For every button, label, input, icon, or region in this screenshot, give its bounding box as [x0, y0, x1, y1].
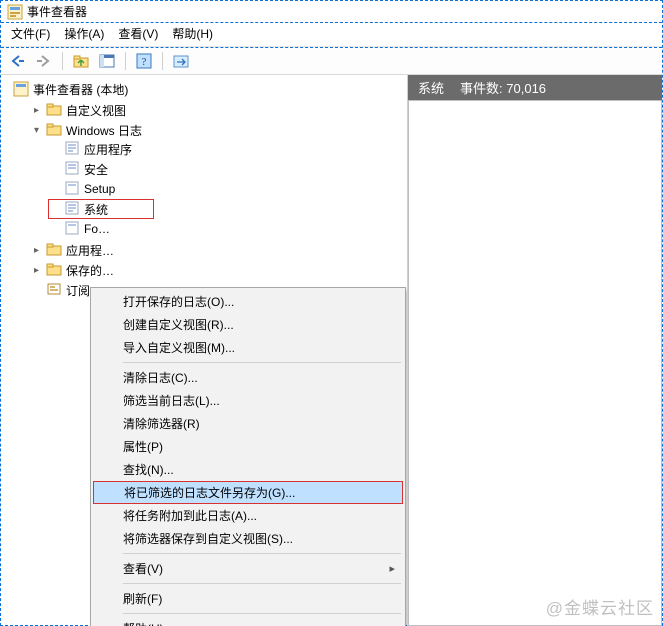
tree-node-label: Fo… [84, 222, 110, 236]
toolbar-properties-button[interactable] [96, 51, 118, 71]
details-events-label: 事件数: [460, 81, 503, 96]
ctx-properties[interactable]: 属性(P) [93, 435, 403, 458]
toolbar-separator [125, 52, 126, 70]
ctx-separator [123, 553, 401, 554]
tree-node-label: 系统 [84, 201, 108, 218]
content-split: 事件查看器 (本地) ▸ 自定义视图 ▾ [1, 75, 662, 626]
tree-collapse-icon[interactable]: ▾ [31, 125, 42, 136]
tree-expand-icon[interactable]: ▸ [31, 105, 42, 116]
folder-icon [46, 122, 62, 138]
folder-icon [46, 262, 62, 278]
tree-node-setup[interactable]: Setup [49, 180, 115, 198]
ctx-open-saved-log[interactable]: 打开保存的日志(O)... [93, 290, 403, 313]
tree-expand-icon[interactable]: ▸ [31, 265, 42, 276]
details-body [408, 100, 662, 626]
tree-node-label: 自定义视图 [66, 102, 126, 119]
menubar: 文件(F) 操作(A) 查看(V) 帮助(H) [1, 23, 662, 47]
ctx-refresh[interactable]: 刷新(F) [93, 587, 403, 610]
tree-root[interactable]: 事件查看器 (本地) [13, 80, 128, 98]
tree-node-security[interactable]: 安全 [49, 160, 108, 178]
ctx-separator [123, 583, 401, 584]
tree-subscriptions[interactable]: 订阅 [31, 281, 90, 299]
toolbar-separator [162, 52, 163, 70]
toolbar-export-button[interactable] [170, 51, 192, 71]
ctx-separator [123, 613, 401, 614]
menu-file[interactable]: 文件(F) [11, 25, 50, 42]
toolbar-help-button[interactable]: ? [133, 51, 155, 71]
menu-view[interactable]: 查看(V) [118, 25, 158, 42]
ctx-help-submenu[interactable]: 帮助(H) [93, 617, 403, 626]
navigation-tree-pane: 事件查看器 (本地) ▸ 自定义视图 ▾ [1, 75, 408, 626]
toolbar-forward-button[interactable] [33, 51, 55, 71]
tree-node-label: 订阅 [66, 282, 90, 299]
details-events-count: 事件数: 70,016 [460, 78, 546, 97]
event-viewer-icon [13, 81, 29, 97]
ctx-attach-task[interactable]: 将任务附加到此日志(A)... [93, 504, 403, 527]
ctx-separator [123, 362, 401, 363]
tree-node-label: 保存的… [66, 262, 114, 279]
ctx-import-custom-view[interactable]: 导入自定义视图(M)... [93, 336, 403, 359]
tree-windows-logs[interactable]: ▾ Windows 日志 [31, 121, 142, 139]
tree-root-label: 事件查看器 (本地) [33, 81, 128, 98]
context-menu: 打开保存的日志(O)... 创建自定义视图(R)... 导入自定义视图(M)..… [90, 287, 406, 626]
log-icon [64, 141, 80, 157]
toolbar-folder-up-button[interactable] [70, 51, 92, 71]
ctx-clear-filter[interactable]: 清除筛选器(R) [93, 412, 403, 435]
details-events-value: 70,016 [506, 81, 546, 96]
ctx-filter-log[interactable]: 筛选当前日志(L)... [93, 389, 403, 412]
svg-text:?: ? [142, 56, 147, 68]
log-icon [64, 201, 80, 217]
menu-help[interactable]: 帮助(H) [172, 25, 213, 42]
details-pane: 系统 事件数: 70,016 [408, 75, 662, 626]
folder-icon [46, 102, 62, 118]
tree-node-label: Setup [84, 182, 115, 196]
tree-node-label: 安全 [84, 161, 108, 178]
tree-node-label: Windows 日志 [66, 122, 142, 139]
tree-node-label: 应用程… [66, 242, 114, 259]
toolbar-separator [62, 52, 63, 70]
details-header: 系统 事件数: 70,016 [408, 75, 662, 100]
subscriptions-icon [46, 282, 62, 298]
log-icon [64, 161, 80, 177]
watermark: @金蝶云社区 [546, 594, 654, 619]
tree-node-label: 应用程序 [84, 141, 132, 158]
details-header-title: 系统 [418, 78, 444, 97]
tree-custom-views[interactable]: ▸ 自定义视图 [31, 101, 126, 119]
log-icon [64, 181, 80, 197]
app-icon [7, 4, 23, 20]
window-titlebar: 事件查看器 [1, 1, 662, 23]
log-icon [64, 221, 80, 237]
ctx-save-filter-to-view[interactable]: 将筛选器保存到自定义视图(S)... [93, 527, 403, 550]
toolbar: ? [1, 47, 662, 75]
folder-icon [46, 242, 62, 258]
ctx-find[interactable]: 查找(N)... [93, 458, 403, 481]
toolbar-back-button[interactable] [7, 51, 29, 71]
tree-node-system[interactable]: 系统 [49, 200, 153, 218]
ctx-create-custom-view[interactable]: 创建自定义视图(R)... [93, 313, 403, 336]
tree-node-application[interactable]: 应用程序 [49, 140, 132, 158]
tree-saved-logs[interactable]: ▸ 保存的… [31, 261, 114, 279]
tree-expand-icon[interactable]: ▸ [31, 245, 42, 256]
tree-node-forwarded[interactable]: Fo… [49, 220, 110, 238]
menu-action[interactable]: 操作(A) [64, 25, 104, 42]
ctx-view-submenu[interactable]: 查看(V) [93, 557, 403, 580]
ctx-clear-log[interactable]: 清除日志(C)... [93, 366, 403, 389]
ctx-save-filtered[interactable]: 将已筛选的日志文件另存为(G)... [93, 481, 403, 504]
window-title: 事件查看器 [27, 3, 87, 20]
tree-app-service-logs[interactable]: ▸ 应用程… [31, 241, 114, 259]
